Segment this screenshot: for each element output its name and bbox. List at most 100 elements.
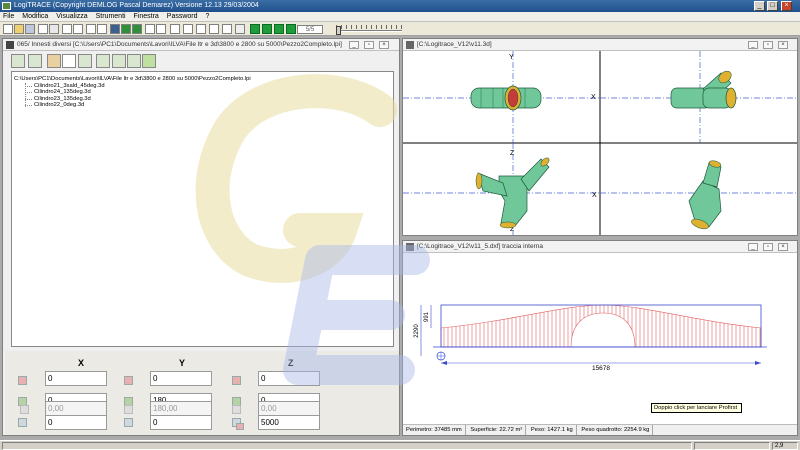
minimize-button[interactable]: _ (754, 1, 765, 11)
dxf-title: [C:\Logitrace_V12\v11_5.dxf] traccia int… (417, 243, 543, 250)
view3d-minimize-button[interactable]: _ (748, 41, 758, 49)
scale-x-icon (18, 418, 27, 427)
multi-view-icon[interactable] (112, 54, 126, 68)
menu-bar: File Modifica Visualizza Strumenti Fines… (0, 12, 800, 22)
info-icon[interactable] (222, 24, 232, 34)
axis-label: Z (510, 150, 515, 157)
menu-file[interactable]: File (0, 12, 17, 22)
axis-label: X (592, 192, 597, 199)
menu-password[interactable]: Password (164, 12, 201, 22)
status-message-pane (2, 442, 692, 450)
first-frame-icon[interactable] (250, 24, 260, 34)
x-header: X (78, 358, 85, 368)
grid-icon[interactable] (86, 24, 96, 34)
pos-x-field[interactable]: 0 (45, 371, 107, 386)
maximize-button[interactable]: □ (767, 1, 778, 11)
dxf-title-bar: [C:\Logitrace_V12\v11_5.dxf] traccia int… (403, 241, 797, 253)
len-x-field[interactable]: 0 (45, 415, 107, 430)
pos-z-field[interactable]: 0 (258, 371, 320, 386)
copy-icon[interactable] (73, 24, 83, 34)
menu-visualizza[interactable]: Visualizza (53, 12, 90, 22)
print-icon[interactable] (38, 24, 48, 34)
status-mid-pane (694, 442, 770, 450)
weight-value: Peso: 1427.1 kg (528, 425, 577, 435)
surface-value: Superficie: 22.72 m² (467, 425, 527, 435)
tree-item[interactable]: Cilindro22_0deg.3d (14, 102, 391, 109)
cylinder-view-icon[interactable] (127, 54, 141, 68)
export-icon[interactable] (183, 24, 193, 34)
view3d-restore-button[interactable]: ▫ (763, 41, 773, 49)
pipe-iso-view (688, 160, 722, 230)
position-x-icon (18, 376, 27, 385)
position-y-icon (124, 376, 133, 385)
dxf-canvas[interactable]: 15678 991 2290 (403, 253, 797, 425)
angle-z-field: 0,00 (258, 401, 320, 416)
chart-icon[interactable] (62, 54, 76, 68)
leaf-icon[interactable] (142, 54, 156, 68)
dxf-close-button[interactable]: × (778, 243, 788, 251)
open-folder-icon[interactable] (14, 24, 24, 34)
project-window-title-bar: 065/ Innesti diversi [C:\Users\PC1\Docum… (3, 39, 399, 51)
table-icon[interactable] (97, 24, 107, 34)
coordinates-panel: X Y Z 0 0 0 0 180 0 0 0 5000 (5, 351, 399, 435)
frame-slider[interactable] (336, 25, 402, 35)
project-window: 065/ Innesti diversi [C:\Users\PC1\Docum… (2, 38, 400, 436)
close-button[interactable]: × (781, 1, 792, 11)
edit-pencil-icon[interactable] (47, 54, 61, 68)
window-icon (6, 41, 14, 49)
slider-track (336, 30, 402, 32)
view3d-title: [C:\Logitrace_V12\v11.3d] (417, 41, 492, 48)
cut-icon[interactable] (62, 24, 72, 34)
angle-y-icon (124, 405, 133, 414)
menu-help[interactable]: ? (202, 12, 212, 22)
status-bar: 2,9 (0, 440, 800, 450)
view-icon[interactable] (110, 24, 120, 34)
flange-icon[interactable] (78, 54, 92, 68)
menu-finestra[interactable]: Finestra (131, 12, 162, 22)
view3d-canvas[interactable]: Y X Z X Z (403, 51, 797, 235)
project-tree[interactable]: C:\Users\PC1\Documents\Lavori\ILVA\File … (11, 71, 394, 347)
scale-y-icon (124, 418, 133, 427)
refresh-icon[interactable] (170, 24, 180, 34)
next-frame-icon[interactable] (274, 24, 284, 34)
dxf-restore-button[interactable]: ▫ (763, 243, 773, 251)
menu-modifica[interactable]: Modifica (19, 12, 51, 22)
cursor-icon (236, 423, 244, 430)
settings-icon[interactable] (156, 24, 166, 34)
window-icon (406, 243, 414, 251)
len-y-field[interactable]: 0 (150, 415, 212, 430)
save-icon[interactable] (25, 24, 35, 34)
window-close-button[interactable]: × (379, 41, 389, 49)
preview-icon[interactable] (49, 24, 59, 34)
pipe-top-view (470, 85, 542, 111)
len-z-field[interactable]: 5000 (258, 415, 320, 430)
development-shape (440, 304, 762, 348)
last-frame-icon[interactable] (286, 24, 296, 34)
length-dimension: 15678 (592, 365, 610, 372)
pos-y-field[interactable]: 0 (150, 371, 212, 386)
measure-icon[interactable] (145, 24, 155, 34)
split-icon[interactable] (96, 54, 110, 68)
slider-thumb[interactable] (336, 26, 341, 35)
prev-frame-icon[interactable] (262, 24, 272, 34)
question-icon[interactable] (235, 24, 245, 34)
layers-icon[interactable] (196, 24, 206, 34)
new-file-icon[interactable] (3, 24, 13, 34)
menu-strumenti[interactable]: Strumenti (93, 12, 129, 22)
app-title: LogiTRACE (Copyright DEMLOG Pascal Demar… (14, 2, 259, 9)
add-branch-icon[interactable] (28, 54, 42, 68)
window-restore-button[interactable]: ▫ (364, 41, 374, 49)
pipe-side-view (670, 70, 737, 109)
dxf-minimize-button[interactable]: _ (748, 243, 758, 251)
window-minimize-button[interactable]: _ (349, 41, 359, 49)
shade-icon[interactable] (121, 24, 131, 34)
add-cylinder-icon[interactable] (11, 54, 25, 68)
view3d-close-button[interactable]: × (778, 41, 788, 49)
slider-ticks (336, 25, 402, 29)
render-icon[interactable] (209, 24, 219, 34)
angle-y-field: 180,00 (150, 401, 212, 416)
dxf-window: [C:\Logitrace_V12\v11_5.dxf] traccia int… (402, 240, 798, 436)
cylinder-icon[interactable] (132, 24, 142, 34)
square-weight-value: Peso quadrotto: 2254.9 kg (578, 425, 654, 435)
angle-x-icon (20, 405, 29, 414)
